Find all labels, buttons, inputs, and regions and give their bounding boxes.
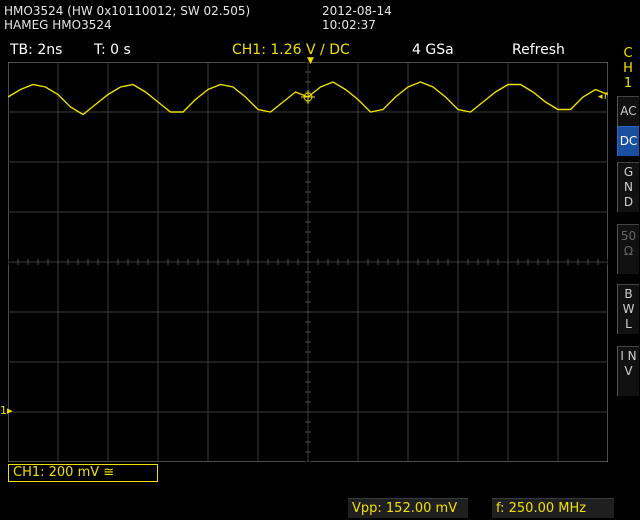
scope-screen[interactable] xyxy=(8,62,608,462)
vpp-measurement: Vpp: 152.00 mV xyxy=(348,498,468,518)
sample-rate-readout: 4 GSa xyxy=(412,42,454,58)
bandwidth-limit-button[interactable]: B W L xyxy=(617,284,639,334)
invert-button[interactable]: I N V xyxy=(617,346,639,396)
ch1-scale-box[interactable]: CH1: 200 mV ≅ xyxy=(8,464,158,482)
termination-50ohm-button[interactable]: 50 Ω xyxy=(617,224,639,274)
trigger-position-icon: ▼ xyxy=(307,56,314,66)
frequency-measurement: f: 250.00 MHz xyxy=(492,498,614,518)
timebase-readout[interactable]: TB: 2ns xyxy=(10,42,62,58)
time-readout: 10:02:37 xyxy=(322,18,376,32)
sidebar-title-h: H xyxy=(623,61,633,76)
acquisition-mode[interactable]: Refresh xyxy=(512,42,565,58)
brand-name: HAMEG HMO3524 xyxy=(4,18,112,32)
ground-level-marker: 1▸ xyxy=(0,404,13,417)
trigger-level-marker: ◂T xyxy=(598,92,609,102)
ground-level-label: 1 xyxy=(0,404,7,417)
sidebar-title-1: 1 xyxy=(623,76,633,91)
sidebar-channel-label: C H 1 xyxy=(617,46,639,91)
date-readout: 2012-08-14 xyxy=(322,4,392,18)
coupling-gnd-button[interactable]: G N D xyxy=(617,162,639,212)
coupling-ac-button[interactable]: AC xyxy=(617,96,639,126)
model-info: HMO3524 (HW 0x10110012; SW 02.505) xyxy=(4,4,251,18)
trigger-level-label: T xyxy=(602,92,609,102)
coupling-dc-button[interactable]: DC xyxy=(617,126,639,156)
sidebar-title-c: C xyxy=(623,46,633,61)
trigger-time-readout[interactable]: T: 0 s xyxy=(94,42,131,58)
ch1-trigger-readout[interactable]: CH1: 1.26 V ∕ DC xyxy=(232,42,350,58)
